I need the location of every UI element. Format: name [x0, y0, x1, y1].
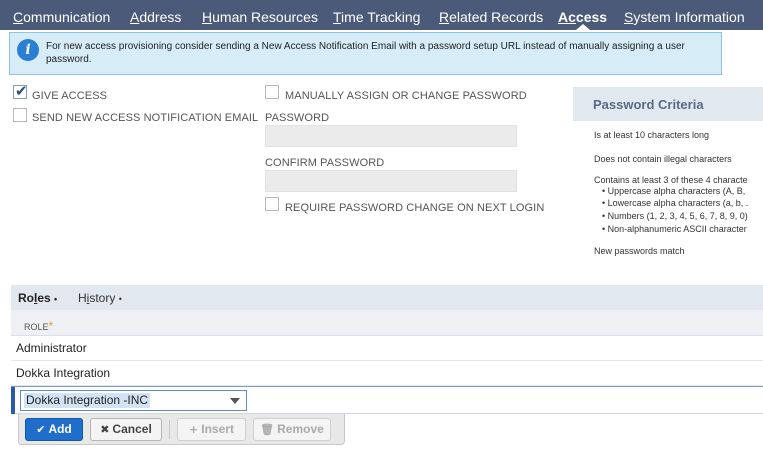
- role-column-label: ROLE*: [24, 319, 53, 333]
- role-column-text: ROLE: [24, 322, 49, 332]
- tab-address[interactable]: Address: [130, 0, 181, 30]
- tab-related-records-label: elated Records: [449, 9, 544, 25]
- tab-address-label: ddress: [139, 9, 182, 25]
- info-banner-text: For new access provisioning consider sen…: [46, 41, 685, 65]
- tab-system-information-key: S: [624, 9, 634, 25]
- send-notification-label: SEND NEW ACCESS NOTIFICATION EMAIL: [32, 112, 259, 124]
- checkmark-icon: ✔: [15, 82, 28, 100]
- editing-row: Dokka Integration -INC: [11, 386, 763, 414]
- tab-time-tracking[interactable]: Time Tracking: [333, 0, 420, 30]
- role-select[interactable]: Dokka Integration -INC: [20, 390, 247, 411]
- required-mark: *: [48, 319, 54, 333]
- tab-communication[interactable]: Communication: [13, 0, 110, 30]
- criteria-item: Contains at least 3 of these 4 characte: [594, 175, 748, 185]
- tab-history[interactable]: History •: [78, 291, 122, 305]
- password-criteria-panel: Password Criteria Is at least 10 charact…: [573, 87, 763, 265]
- table-row[interactable]: Dokka Integration: [11, 361, 763, 386]
- subtab-bar: Communication Address Human Resources Ti…: [0, 0, 763, 30]
- confirm-password-label: CONFIRM PASSWORD: [265, 157, 385, 169]
- tab-system-information-label: ystem Information: [633, 9, 745, 25]
- criteria-item: Does not contain illegal characters: [594, 154, 732, 164]
- password-criteria-title: Password Criteria: [593, 97, 704, 112]
- tab-time-tracking-key: T: [333, 9, 342, 25]
- password-field[interactable]: [265, 125, 517, 147]
- criteria-sub-item: • Uppercase alpha characters (A, B,: [602, 186, 746, 196]
- tab-access-key: Ac: [558, 9, 576, 25]
- add-button-label: Add: [48, 422, 72, 436]
- give-access-checkbox[interactable]: ✔: [13, 82, 28, 100]
- remove-button-label: Remove: [277, 422, 324, 436]
- roles-subtab-bar: Roles • History •: [11, 285, 763, 310]
- require-change-label: REQUIRE PASSWORD CHANGE ON NEXT LOGIN: [285, 202, 545, 214]
- criteria-item: Is at least 10 characters long: [594, 130, 710, 140]
- remove-button[interactable]: 🗑 Remove: [253, 418, 331, 441]
- insert-button[interactable]: + Insert: [177, 418, 246, 441]
- roles-column-header: ROLE*: [11, 310, 763, 336]
- chevron-down-icon[interactable]: [230, 398, 240, 404]
- table-row[interactable]: Administrator: [11, 336, 763, 361]
- require-change-checkbox[interactable]: [265, 197, 279, 211]
- row-button-bar: ✔ Add ✖ Cancel + Insert 🗑 Remove: [18, 414, 345, 445]
- checkmark-icon: ✔: [36, 423, 46, 436]
- insert-button-label: Insert: [201, 422, 234, 436]
- tab-time-tracking-label: ime Tracking: [341, 9, 421, 25]
- tab-system-information[interactable]: System Information: [624, 0, 745, 30]
- tab-address-key: A: [130, 9, 140, 25]
- tab-human-resources-label: uman Resources: [212, 9, 318, 25]
- criteria-sub-item: • Lowercase alpha characters (a, b, .: [602, 198, 749, 208]
- password-label: PASSWORD: [265, 112, 330, 124]
- give-access-label: GIVE ACCESS: [32, 90, 108, 102]
- tab-roles-bullet: •: [54, 294, 58, 304]
- tab-communication-label: ommunication: [23, 9, 111, 25]
- manual-password-checkbox[interactable]: [265, 85, 279, 99]
- tab-related-records-key: R: [439, 9, 450, 25]
- button-separator: [169, 420, 170, 439]
- tab-access[interactable]: Access: [558, 0, 607, 30]
- criteria-sub-item: • Non-alphanumeric ASCII character: [602, 224, 747, 234]
- confirm-password-field[interactable]: [265, 170, 517, 192]
- tab-history-bullet: •: [118, 294, 122, 304]
- send-notification-checkbox[interactable]: [13, 108, 27, 122]
- tab-human-resources[interactable]: Human Resources: [202, 0, 318, 30]
- criteria-match: New passwords match: [594, 246, 685, 256]
- tab-history-after: story: [89, 291, 116, 305]
- info-banner: i For new access provisioning consider s…: [9, 32, 722, 75]
- plus-icon: +: [189, 423, 199, 436]
- add-button[interactable]: ✔ Add: [25, 418, 83, 441]
- tab-communication-key: C: [13, 9, 24, 25]
- close-icon: ✖: [100, 423, 110, 436]
- cancel-button[interactable]: ✖ Cancel: [90, 418, 162, 441]
- tab-history-before: H: [78, 291, 87, 305]
- tab-access-label: cess: [575, 9, 608, 25]
- tab-roles-after: es: [37, 291, 51, 305]
- tab-human-resources-key: H: [202, 9, 213, 25]
- info-icon: i: [17, 39, 39, 61]
- criteria-sub-item: • Numbers (1, 2, 3, 4, 5, 6, 7, 8, 9, 0): [602, 211, 748, 221]
- tab-roles-before: Ro: [18, 291, 34, 305]
- role-select-value: Dokka Integration -INC: [24, 393, 151, 408]
- tab-roles[interactable]: Roles •: [18, 291, 57, 305]
- trash-icon: 🗑: [260, 423, 275, 436]
- manual-password-label: MANUALLY ASSIGN OR CHANGE PASSWORD: [285, 90, 527, 102]
- password-criteria-header: Password Criteria: [573, 87, 763, 121]
- cancel-button-label: Cancel: [112, 422, 152, 436]
- tab-related-records[interactable]: Related Records: [439, 0, 543, 30]
